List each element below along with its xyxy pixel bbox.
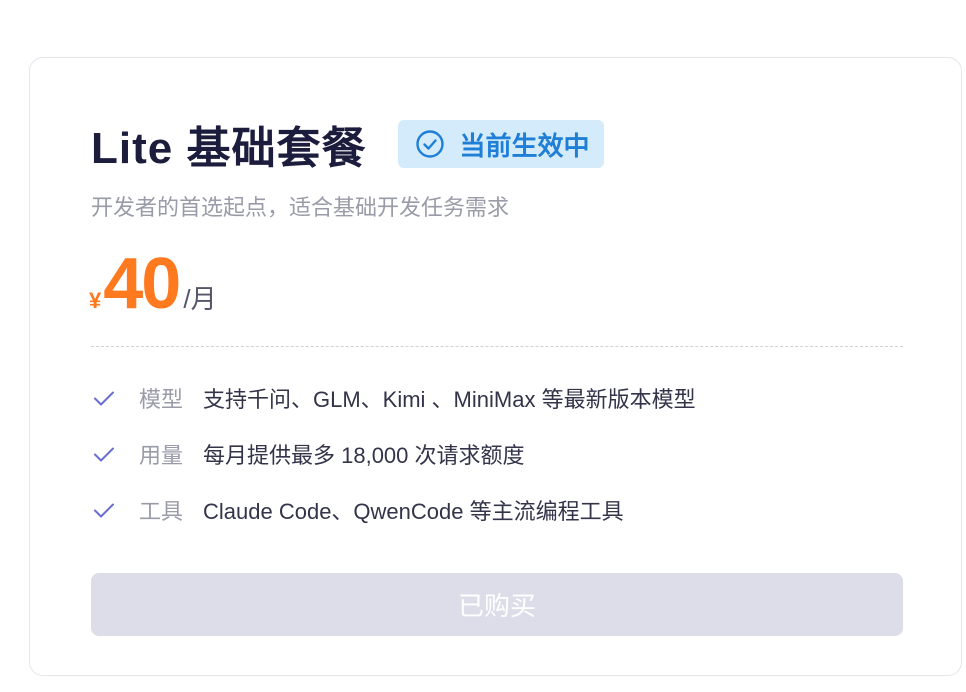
price-row: ¥ 40 /月 xyxy=(89,248,217,320)
status-badge: 当前生效中 xyxy=(398,120,605,168)
check-circle-icon xyxy=(416,130,445,158)
plan-title: Lite 基础套餐 xyxy=(91,124,367,173)
feature-value: 每月提供最多 18,000 次请求额度 xyxy=(203,443,525,468)
title-row: Lite 基础套餐 当前生效中 xyxy=(91,114,605,174)
check-icon xyxy=(94,503,114,518)
currency-symbol: ¥ xyxy=(89,288,102,313)
check-icon xyxy=(94,391,114,406)
dashed-divider xyxy=(91,346,903,347)
purchased-button[interactable]: 已购买 xyxy=(91,573,903,636)
feature-row-models: 模型 支持千问、GLM、Kimi 、MiniMax 等最新版本模型 xyxy=(91,370,903,426)
price-amount: 40 xyxy=(103,244,181,324)
feature-value: 支持千问、GLM、Kimi 、MiniMax 等最新版本模型 xyxy=(203,387,696,412)
plan-subtitle: 开发者的首选起点，适合基础开发任务需求 xyxy=(91,195,510,220)
feature-row-usage: 用量 每月提供最多 18,000 次请求额度 xyxy=(91,426,903,482)
feature-value: Claude Code、QwenCode 等主流编程工具 xyxy=(203,499,624,524)
feature-row-tools: 工具 Claude Code、QwenCode 等主流编程工具 xyxy=(91,482,903,538)
feature-label: 工具 xyxy=(139,499,184,524)
feature-label: 模型 xyxy=(139,387,184,412)
price-period: /月 xyxy=(183,284,217,314)
feature-label: 用量 xyxy=(139,443,184,468)
status-badge-label: 当前生效中 xyxy=(459,130,590,161)
check-icon xyxy=(94,447,114,462)
plan-card: Lite 基础套餐 当前生效中 开发者的首选起点，适合基础开发任务需求 ¥ 40… xyxy=(29,57,962,676)
feature-list: 模型 支持千问、GLM、Kimi 、MiniMax 等最新版本模型 用量 每月提… xyxy=(91,370,903,538)
